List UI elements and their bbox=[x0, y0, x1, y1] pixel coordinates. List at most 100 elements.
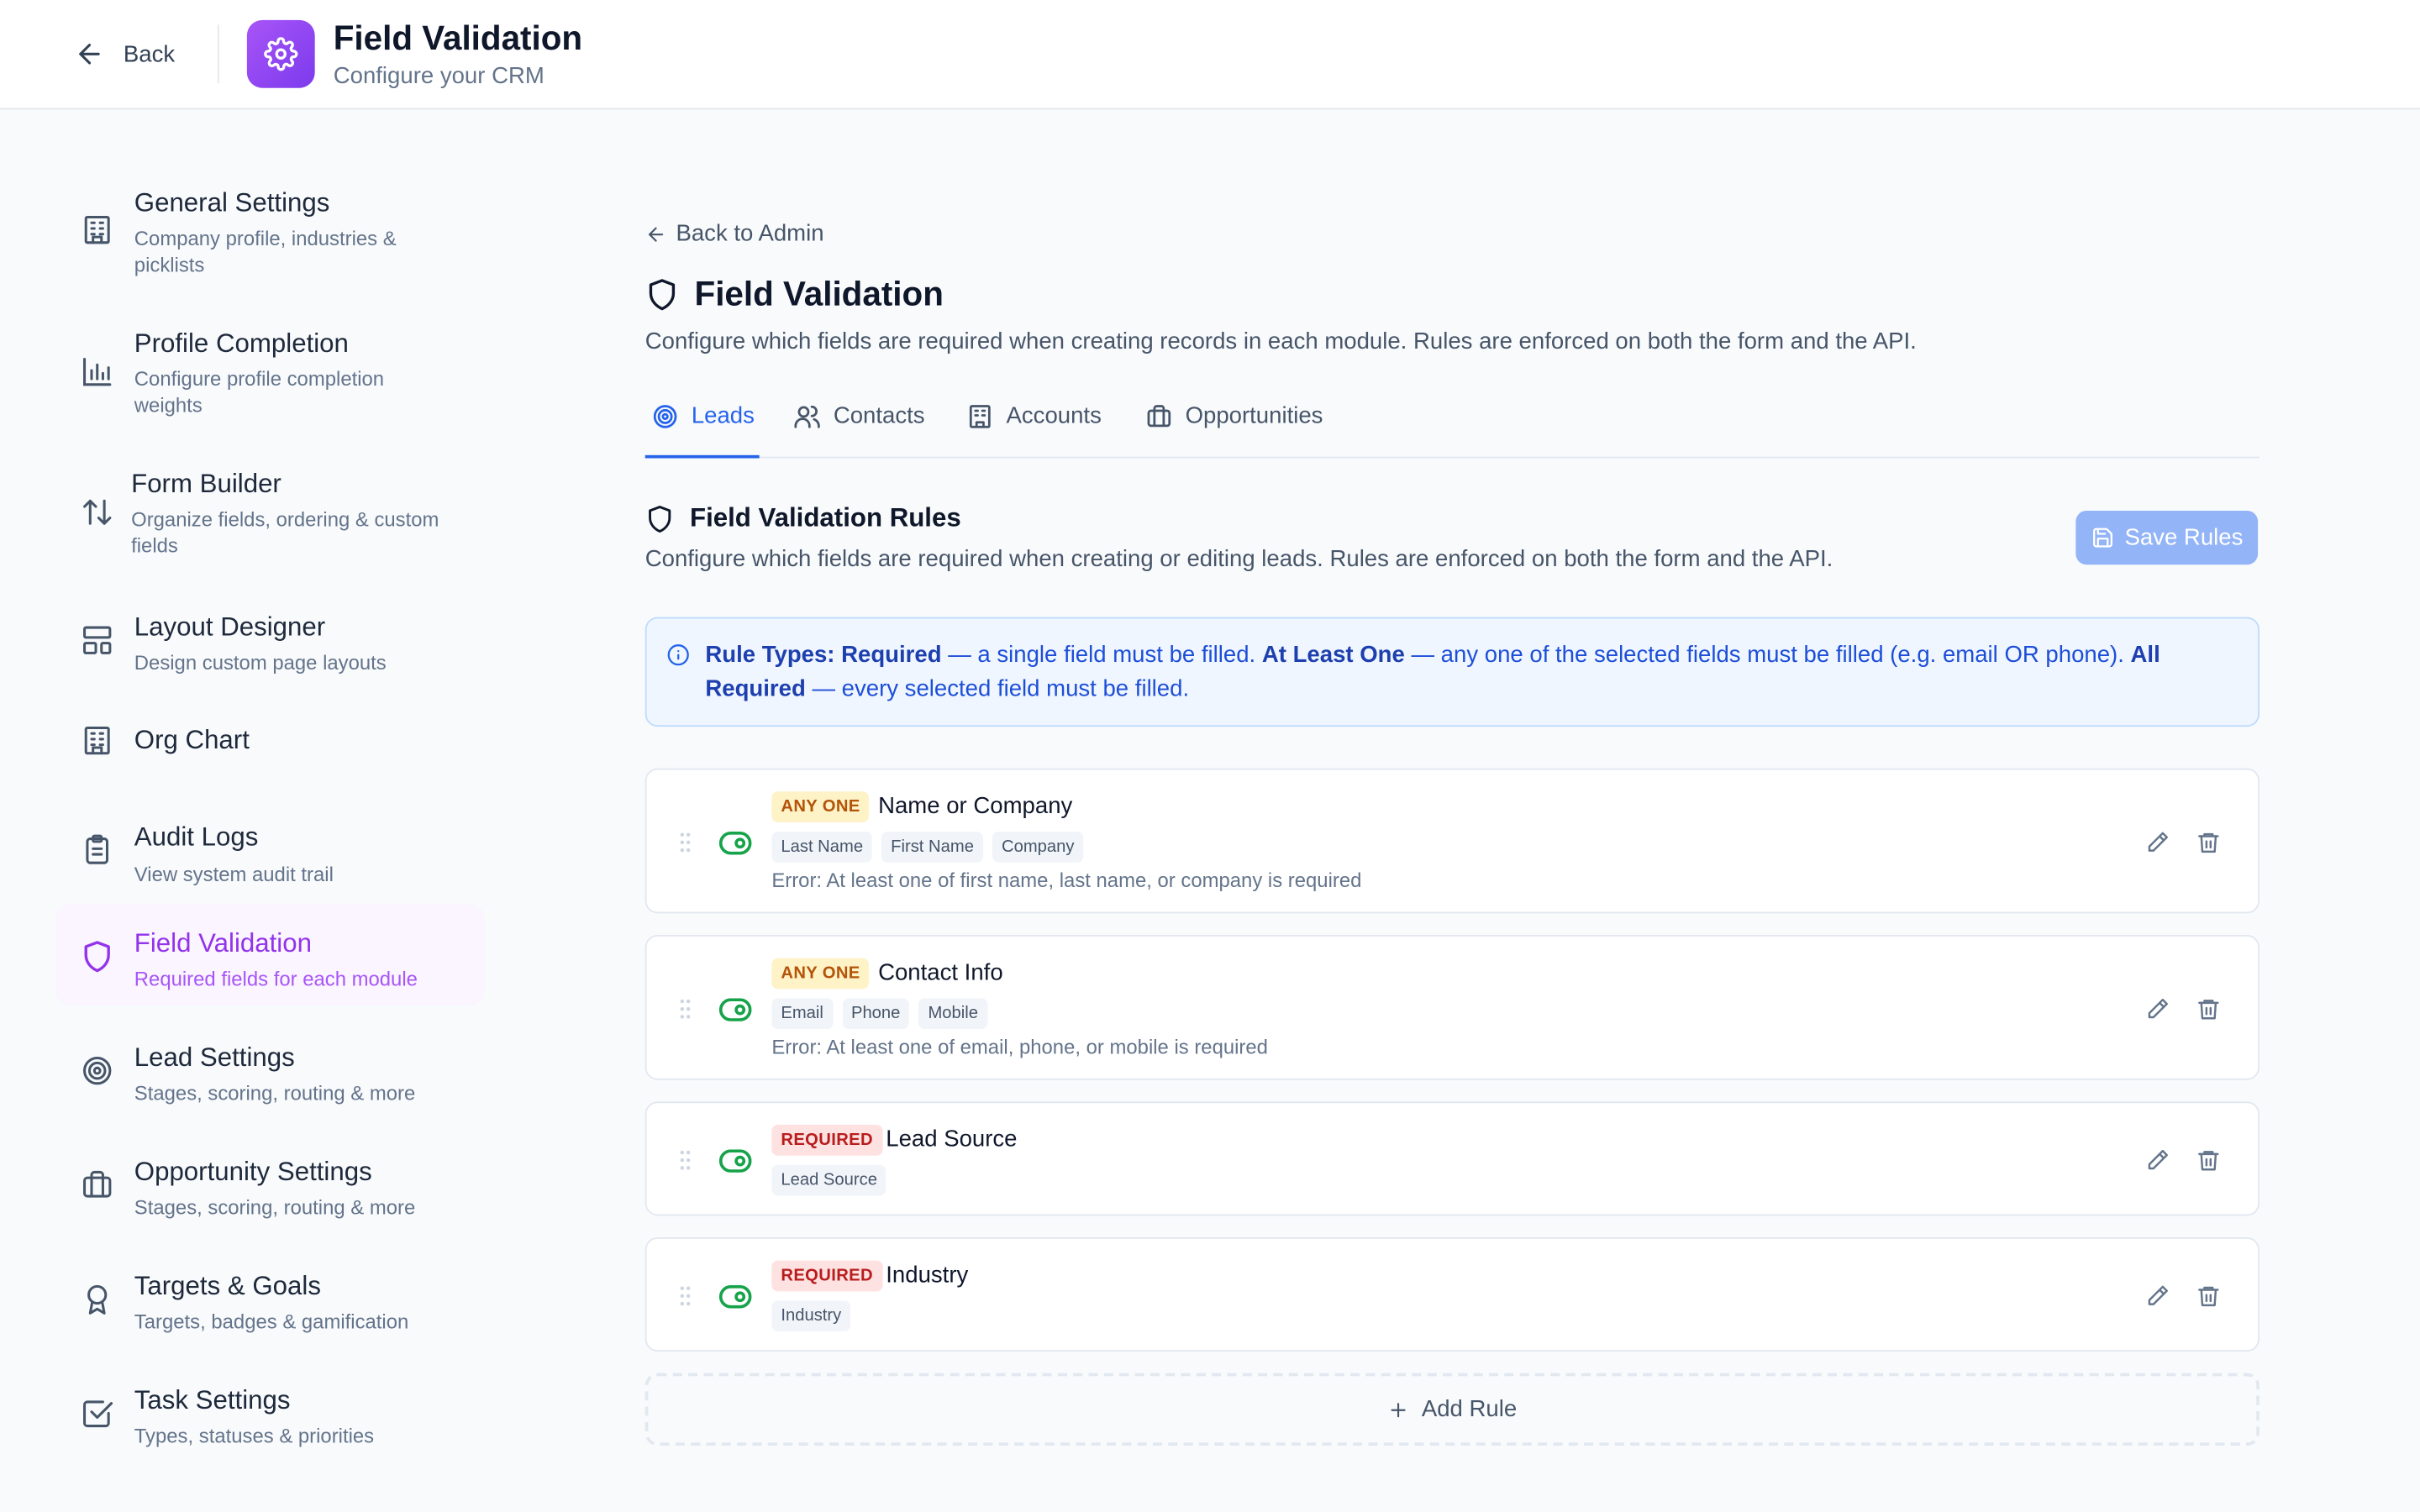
module-tabs: Leads Contacts Accounts Opportunities bbox=[644, 389, 2260, 459]
briefcase-icon bbox=[1147, 405, 1171, 428]
tab-accounts[interactable]: Accounts bbox=[966, 389, 1102, 459]
drag-handle-icon[interactable] bbox=[677, 832, 692, 853]
edit-rule-button[interactable] bbox=[2145, 997, 2170, 1021]
field-chip: Lead Source bbox=[771, 1164, 886, 1196]
trash-icon bbox=[2198, 1000, 2219, 1020]
toggle-on-icon[interactable] bbox=[718, 1284, 752, 1309]
pencil-icon bbox=[2148, 1285, 2168, 1305]
field-chip: Company bbox=[992, 831, 1084, 863]
sidebar-item-desc: Targets, badges & gamification bbox=[134, 1310, 409, 1333]
sidebar-item-form-builder[interactable]: Form Builder Organize fields, ordering &… bbox=[55, 446, 485, 575]
edit-rule-button[interactable] bbox=[2145, 1148, 2170, 1173]
sidebar-item-label: Lead Settings bbox=[134, 1042, 295, 1073]
sidebar-item-desc: Types, statuses & priorities bbox=[134, 1424, 375, 1447]
tab-label: Contacts bbox=[833, 402, 925, 429]
checkbox-icon bbox=[81, 1396, 114, 1430]
briefcase-icon bbox=[81, 1168, 114, 1201]
rule-card: REQUIRED Lead Source Lead Source bbox=[644, 1101, 2260, 1216]
section-description: Configure which fields are required when… bbox=[644, 546, 1833, 573]
drag-handle-icon[interactable] bbox=[677, 1149, 692, 1171]
sidebar-item-org-chart[interactable]: Org Chart bbox=[55, 702, 485, 780]
rule-card: REQUIRED Industry Industry bbox=[644, 1237, 2260, 1352]
sidebar-item-task-settings[interactable]: Task Settings Types, statuses & prioriti… bbox=[55, 1362, 485, 1464]
rule-fields: Last Name First Name Company bbox=[771, 831, 1084, 863]
toggle-on-icon[interactable] bbox=[718, 998, 752, 1021]
drag-handle-icon[interactable] bbox=[677, 998, 692, 1020]
trash-icon bbox=[2198, 1151, 2219, 1171]
sidebar-item-lead-settings[interactable]: Lead Settings Stages, scoring, routing &… bbox=[55, 1020, 485, 1121]
sidebar-item-general-settings[interactable]: General Settings Company profile, indust… bbox=[55, 162, 485, 291]
delete-rule-button[interactable] bbox=[2196, 1284, 2221, 1308]
sidebar-item-desc: Stages, scoring, routing & more bbox=[134, 1081, 416, 1105]
tab-leads[interactable]: Leads bbox=[644, 389, 760, 459]
toggle-on-icon[interactable] bbox=[718, 831, 752, 855]
sidebar-item-layout-designer[interactable]: Layout Designer Design custom page layou… bbox=[55, 588, 485, 690]
add-rule-button[interactable]: Add Rule bbox=[644, 1373, 2260, 1446]
sidebar-item-field-validation[interactable]: Field Validation Required fields for eac… bbox=[55, 904, 485, 1006]
delete-rule-button[interactable] bbox=[2196, 997, 2221, 1021]
layout-icon bbox=[81, 623, 114, 657]
rule-type-badge: REQUIRED bbox=[771, 1260, 882, 1292]
building-icon bbox=[969, 405, 991, 428]
field-chip: Last Name bbox=[771, 831, 873, 863]
rule-name: Lead Source bbox=[886, 1126, 1018, 1153]
tab-opportunities[interactable]: Opportunities bbox=[1145, 389, 1323, 459]
trash-icon bbox=[2198, 1286, 2219, 1307]
delete-rule-button[interactable] bbox=[2196, 830, 2221, 854]
sidebar-item-desc: Organize fields, ordering & custom field… bbox=[131, 507, 439, 558]
rule-card: ANY ONE Name or Company Last Name First … bbox=[644, 768, 2260, 914]
rule-error-message: Error: At least one of first name, last … bbox=[771, 869, 1362, 892]
edit-rule-button[interactable] bbox=[2145, 830, 2170, 854]
save-rules-button[interactable]: Save Rules bbox=[2075, 510, 2259, 565]
sort-arrows-icon bbox=[81, 496, 114, 529]
target-icon bbox=[653, 405, 677, 428]
toggle-on-icon[interactable] bbox=[718, 1149, 752, 1173]
target-icon bbox=[81, 1053, 114, 1087]
rule-name: Contact Info bbox=[878, 959, 1003, 986]
sidebar-item-label: Form Builder bbox=[131, 469, 281, 499]
rule-type-badge: ANY ONE bbox=[771, 958, 870, 990]
top-bar: Back Field Validation Configure your CRM bbox=[0, 0, 2420, 110]
users-icon bbox=[794, 405, 820, 428]
back-button[interactable]: Back bbox=[74, 34, 175, 74]
info-all-required-text: — every selected field must be filled. bbox=[805, 675, 1190, 702]
info-at-least-one-label: At Least One bbox=[1261, 642, 1405, 669]
building-icon bbox=[81, 213, 114, 246]
sidebar-item-opportunity-settings[interactable]: Opportunity Settings Stages, scoring, ro… bbox=[55, 1134, 485, 1236]
sidebar-item-desc: Design custom page layouts bbox=[134, 651, 387, 675]
back-to-admin-label: Back to Admin bbox=[676, 220, 824, 247]
sidebar-item-profile-completion[interactable]: Profile Completion Configure profile com… bbox=[55, 304, 485, 433]
delete-rule-button[interactable] bbox=[2196, 1148, 2221, 1173]
rule-fields: Lead Source bbox=[771, 1164, 886, 1196]
rule-type-badge: REQUIRED bbox=[771, 1124, 882, 1156]
sidebar-item-targets-goals[interactable]: Targets & Goals Targets, badges & gamifi… bbox=[55, 1248, 485, 1350]
info-at-least-one-text: — any one of the selected fields must be… bbox=[1404, 642, 2131, 669]
tab-contacts[interactable]: Contacts bbox=[793, 389, 925, 459]
save-icon bbox=[2092, 528, 2112, 548]
sidebar-item-desc: Required fields for each module bbox=[134, 967, 418, 991]
header-divider bbox=[217, 24, 219, 84]
sidebar-item-desc: Configure profile completion weights bbox=[134, 367, 385, 417]
rule-fields: Industry bbox=[771, 1300, 851, 1332]
sidebar-item-label: Opportunity Settings bbox=[134, 1157, 372, 1187]
rule-name: Industry bbox=[886, 1262, 969, 1289]
app-subtitle: Configure your CRM bbox=[333, 63, 544, 90]
rule-types-info: Rule Types: Required — a single field mu… bbox=[644, 617, 2260, 727]
tab-label: Leads bbox=[691, 402, 755, 429]
save-rules-label: Save Rules bbox=[2124, 524, 2244, 551]
section-title: Field Validation Rules bbox=[690, 502, 961, 533]
edit-rule-button[interactable] bbox=[2145, 1284, 2170, 1308]
shield-icon bbox=[649, 505, 671, 533]
back-to-admin-link[interactable]: Back to Admin bbox=[645, 221, 824, 247]
rule-card: ANY ONE Contact Info Email Phone Mobile … bbox=[644, 935, 2260, 1080]
field-chip: First Name bbox=[881, 831, 983, 863]
drag-handle-icon[interactable] bbox=[677, 1285, 692, 1307]
pencil-icon bbox=[2148, 832, 2168, 852]
gear-icon bbox=[246, 19, 315, 88]
info-icon bbox=[667, 644, 689, 666]
page-description: Configure which fields are required when… bbox=[644, 328, 1917, 355]
award-icon bbox=[81, 1282, 114, 1315]
sidebar-item-audit-logs[interactable]: Audit Logs View system audit trail bbox=[55, 791, 485, 893]
info-required-label: Rule Types: Required bbox=[705, 642, 942, 669]
tab-label: Accounts bbox=[1006, 402, 1102, 429]
